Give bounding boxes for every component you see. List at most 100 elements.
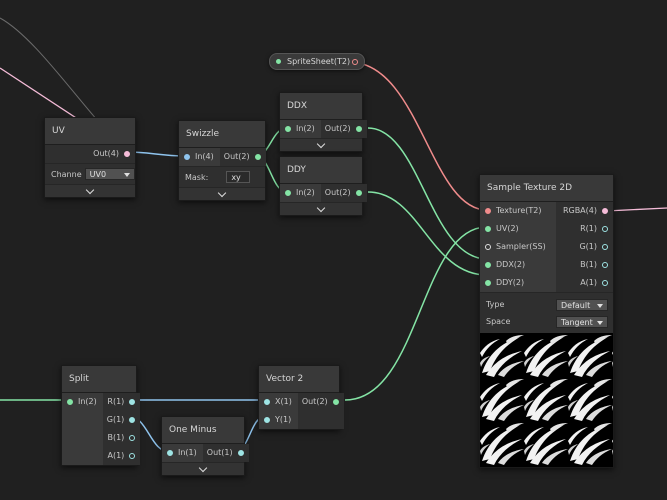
ddx-in-port[interactable]: In(2) — [280, 120, 321, 138]
ddy-out-label: Out(2) — [324, 188, 351, 197]
sample-out-label: RGBA(4) — [562, 206, 597, 215]
swizzle-expand-button[interactable] — [179, 187, 265, 200]
ddy-out-port-icon[interactable] — [355, 190, 362, 196]
split-node[interactable]: Split In(2) R(1) G(1) B(1) A(1) — [61, 365, 141, 466]
ddy-expand-button[interactable] — [280, 202, 362, 215]
vector2-out-label: Out(2) — [301, 397, 328, 406]
split-in-port[interactable]: In(2) — [62, 393, 103, 411]
split-in-port-icon[interactable] — [67, 399, 73, 405]
sample-sampler-in-port[interactable]: Sampler(SS) — [480, 238, 556, 256]
vector2-in-label: X(1) — [275, 397, 292, 406]
sample-out-label: A(1) — [580, 278, 597, 287]
sample-in-label: Sampler(SS) — [496, 242, 546, 251]
uv-out-port-icon[interactable] — [124, 151, 130, 157]
swizzle-in-port-icon[interactable] — [184, 154, 190, 160]
b-port-icon[interactable] — [129, 435, 136, 441]
split-in-label: In(2) — [78, 397, 97, 406]
vector2-out-port[interactable]: Out(2) — [298, 393, 344, 411]
sample-r-out-port[interactable]: R(1) — [556, 220, 613, 238]
g-port-icon[interactable] — [602, 244, 608, 250]
sample-space-label: Space — [486, 317, 511, 326]
uv-node[interactable]: UV Out(4) Channe UV0 — [44, 117, 136, 198]
split-out-label: R(1) — [107, 397, 125, 406]
vector2-x-in-port[interactable]: X(1) — [259, 393, 298, 411]
dropdown-arrow-icon — [597, 303, 603, 308]
one-minus-expand-button[interactable] — [162, 462, 244, 475]
ddx-port-icon[interactable] — [485, 262, 491, 268]
sample-b-out-port[interactable]: B(1) — [556, 256, 613, 274]
ddx-node-title: DDX — [280, 93, 362, 120]
b-port-icon[interactable] — [602, 262, 608, 268]
split-b-out-port[interactable]: B(1) — [103, 429, 141, 447]
uv-out-port[interactable]: Out(4) — [45, 145, 135, 163]
split-g-out-port[interactable]: G(1) — [103, 411, 141, 429]
sample-type-value: Default — [561, 300, 591, 310]
spritesheet-property-node[interactable]: SpriteSheet(T2) — [269, 53, 365, 70]
ddx-out-port[interactable]: Out(2) — [321, 120, 367, 138]
swizzle-in-port[interactable]: In(4) — [179, 148, 220, 166]
a-port-icon[interactable] — [602, 280, 608, 286]
r-port-icon[interactable] — [129, 399, 136, 405]
split-out-label: G(1) — [106, 415, 125, 424]
one-minus-out-port[interactable]: Out(1) — [203, 444, 249, 462]
ddy-out-port[interactable]: Out(2) — [321, 184, 367, 202]
ddx-out-port-icon[interactable] — [355, 126, 362, 132]
swizzle-node[interactable]: Swizzle In(4) Out(2) Mask: xy — [178, 120, 266, 201]
split-out-label: B(1) — [107, 433, 125, 442]
sample-space-value: Tangent — [561, 317, 593, 327]
rgba-port-icon[interactable] — [602, 208, 608, 214]
split-a-out-port[interactable]: A(1) — [103, 447, 141, 465]
split-node-title: Split — [62, 366, 136, 393]
uv-expand-button[interactable] — [45, 184, 135, 197]
dropdown-arrow-icon — [124, 173, 130, 177]
sample-type-dropdown[interactable]: Default — [556, 298, 608, 311]
sample-rgba-out-port[interactable]: RGBA(4) — [556, 202, 613, 220]
sample-in-label: Texture(T2) — [496, 206, 542, 215]
ddx-in-port-icon[interactable] — [285, 126, 291, 132]
sample-uv-in-port[interactable]: UV(2) — [480, 220, 556, 238]
texture-port-icon[interactable] — [485, 208, 491, 214]
sample-ddy-in-port[interactable]: DDY(2) — [480, 274, 556, 292]
g-port-icon[interactable] — [129, 417, 136, 423]
sample-ddx-in-port[interactable]: DDX(2) — [480, 256, 556, 274]
a-port-icon[interactable] — [129, 453, 136, 459]
swizzle-out-port-icon[interactable] — [254, 154, 261, 160]
property-output-port-icon[interactable] — [352, 58, 358, 65]
one-minus-node[interactable]: One Minus In(1) Out(1) — [161, 416, 249, 476]
split-r-out-port[interactable]: R(1) — [103, 393, 141, 411]
chevron-down-icon — [316, 139, 326, 148]
ddy-port-icon[interactable] — [485, 280, 491, 286]
ddy-in-port-icon[interactable] — [285, 190, 291, 196]
sampler-port-icon[interactable] — [485, 244, 491, 250]
one-minus-out-port-icon[interactable] — [237, 450, 244, 456]
sample-g-out-port[interactable]: G(1) — [556, 238, 613, 256]
ddx-expand-button[interactable] — [280, 138, 362, 151]
r-port-icon[interactable] — [602, 226, 608, 232]
swizzle-out-label: Out(2) — [223, 152, 250, 161]
x-port-icon[interactable] — [264, 399, 270, 405]
sample-a-out-port[interactable]: A(1) — [556, 274, 613, 292]
swizzle-out-port[interactable]: Out(2) — [220, 148, 266, 166]
ddy-node-title: DDY — [280, 157, 362, 184]
vector2-out-port-icon[interactable] — [332, 399, 339, 405]
uv-node-title: UV — [45, 118, 135, 145]
ddy-in-port[interactable]: In(2) — [280, 184, 321, 202]
wire-ddx-to-sample — [367, 127, 488, 260]
sample-texture-2d-node[interactable]: Sample Texture 2D Texture(T2) UV(2) Samp… — [479, 174, 614, 468]
ddx-node[interactable]: DDX In(2) Out(2) — [279, 92, 367, 152]
ddy-node[interactable]: DDY In(2) Out(2) — [279, 156, 367, 216]
vector2-node[interactable]: Vector 2 X(1) Y(1) Out(2) — [258, 365, 344, 430]
uv-channel-value: UV0 — [89, 170, 107, 179]
one-minus-in-port-icon[interactable] — [167, 450, 173, 456]
sample-texture-in-port[interactable]: Texture(T2) — [480, 202, 556, 220]
chevron-down-icon — [316, 203, 326, 212]
swizzle-mask-field[interactable]: xy — [226, 171, 251, 183]
y-port-icon[interactable] — [264, 417, 270, 423]
sample-space-dropdown[interactable]: Tangent — [556, 315, 608, 328]
one-minus-in-port[interactable]: In(1) — [162, 444, 203, 462]
ddy-in-label: In(2) — [296, 188, 315, 197]
vector2-y-in-port[interactable]: Y(1) — [259, 411, 298, 429]
uv-channel-dropdown[interactable]: UV0 — [84, 168, 135, 180]
one-minus-node-title: One Minus — [162, 417, 244, 444]
uv-port-icon[interactable] — [485, 226, 491, 232]
